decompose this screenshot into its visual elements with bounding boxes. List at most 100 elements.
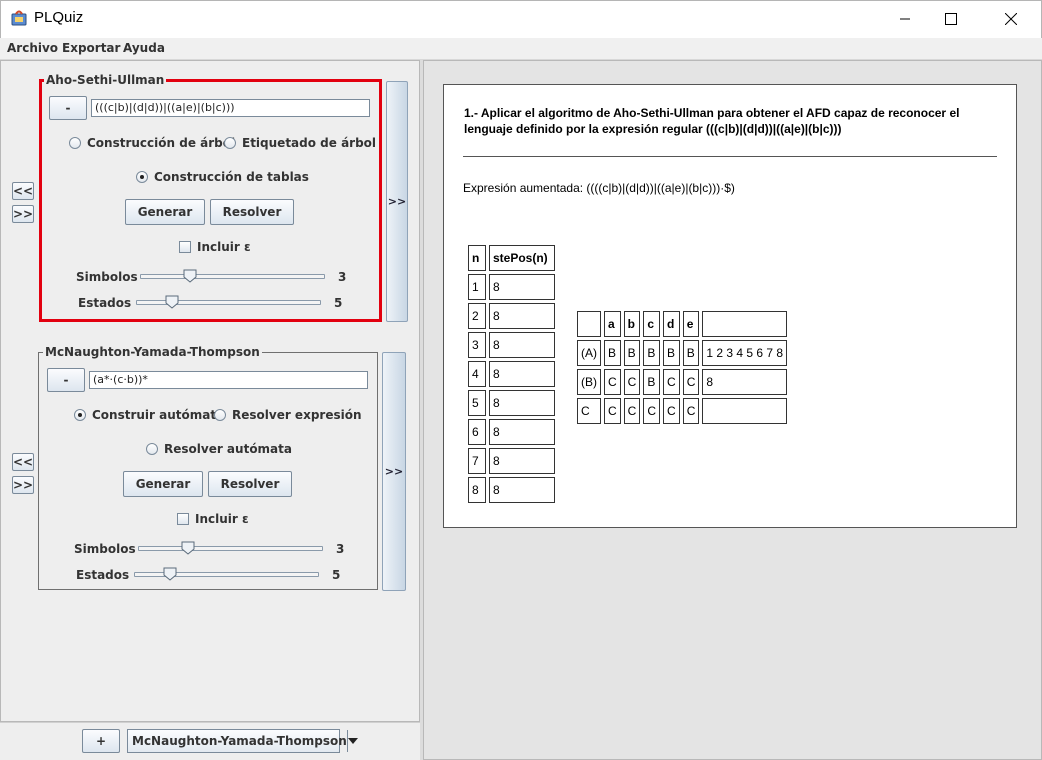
table-row: 78 (468, 448, 555, 474)
table-row: 18 (468, 274, 555, 300)
transition-cell: C (682, 398, 700, 424)
stepos-cell: 8 (489, 419, 555, 445)
mcyt-symbols-value: 3 (336, 542, 345, 556)
transition-cell: B (643, 340, 661, 366)
table-header: n (468, 245, 486, 271)
mcyt-symbols-label: Simbolos (74, 542, 136, 556)
ash-include-epsilon-checkbox[interactable]: Incluir ε (179, 240, 251, 254)
checkbox-label: Incluir ε (195, 512, 249, 526)
transition-table: abcde (A) B B B B B 1 2 3 4 5 6 7 8 (B) C C B C C 8 C C… (574, 308, 790, 427)
ash-move-up-button[interactable]: << (12, 182, 34, 200)
close-icon (1005, 13, 1017, 25)
radio-selected-icon (136, 171, 148, 183)
mcyt-move-down-button[interactable]: >> (12, 476, 34, 494)
table-header: c (643, 311, 661, 337)
mcyt-solve-button[interactable]: Resolver (208, 471, 292, 497)
checkbox-icon (179, 241, 191, 253)
transition-cell: B (663, 340, 680, 366)
ash-open-button[interactable]: >> (386, 81, 408, 322)
menu-exportar[interactable]: Exportar (62, 41, 120, 55)
ash-states-slider[interactable] (136, 300, 321, 305)
mcyt-include-epsilon-checkbox[interactable]: Incluir ε (177, 512, 249, 526)
radio-icon (69, 137, 81, 149)
stepos-cell: 8 (489, 274, 555, 300)
divider (463, 156, 997, 157)
menu-archivo[interactable]: Archivo (7, 41, 58, 55)
transition-cell: C (623, 369, 641, 395)
row-index-cell: 5 (468, 390, 486, 416)
state-cell: C (577, 398, 601, 424)
mcyt-states-label: Estados (76, 568, 130, 582)
table-row: 58 (468, 390, 555, 416)
ash-move-down-button[interactable]: >> (12, 205, 34, 223)
table-header: stePos(n) (489, 245, 555, 271)
table-header: d (663, 311, 680, 337)
table-row: 28 (468, 303, 555, 329)
ash-symbols-slider-thumb[interactable] (183, 269, 197, 283)
stepos-cell: 8 (489, 448, 555, 474)
table-row: (B) C C B C C 8 (577, 369, 788, 395)
exercise-statement: 1.- Aplicar el algoritmo de Aho-Sethi-Ul… (464, 106, 960, 136)
transition-cell: B (643, 369, 661, 395)
radio-label: Resolver autómata (164, 442, 292, 456)
table-row: 48 (468, 361, 555, 387)
table-row: CCCCCC (577, 398, 788, 424)
add-exercise-button[interactable]: + (82, 729, 120, 753)
method-select-value: McNaughton-Yamada-Thompson (132, 734, 347, 748)
radio-icon (146, 443, 158, 455)
close-button[interactable] (988, 0, 1034, 38)
ash-radio-construccion-tablas[interactable]: Construcción de tablas (136, 170, 309, 184)
mcyt-symbols-slider[interactable] (138, 546, 323, 551)
ash-symbols-value: 3 (338, 270, 347, 284)
maximize-button[interactable] (928, 0, 974, 38)
mcyt-generate-button[interactable]: Generar (123, 471, 203, 497)
mcyt-radio-resolver-automata[interactable]: Resolver autómata (146, 442, 292, 456)
ash-generate-button[interactable]: Generar (125, 199, 205, 225)
transition-cell: B (623, 340, 641, 366)
checkbox-label: Incluir ε (197, 240, 251, 254)
positions-cell: 1 2 3 4 5 6 7 8 (702, 340, 788, 366)
table-header (577, 311, 601, 337)
ash-symbols-slider[interactable] (140, 274, 325, 279)
table-header: b (623, 311, 641, 337)
ash-radio-construccion-arbol[interactable]: Construcción de árbol (69, 136, 235, 150)
ash-states-slider-thumb[interactable] (165, 295, 179, 309)
method-select[interactable]: McNaughton-Yamada-Thompson (127, 729, 358, 753)
mcyt-remove-button[interactable]: - (47, 368, 85, 392)
ash-expression-input[interactable]: (((c|b)|(d|d))|((a|e)|(b|c))) (91, 99, 370, 117)
stepos-table: n stePos(n) 1828384858687888 (465, 242, 558, 506)
mcyt-radio-construir-automata[interactable]: Construir autómata (74, 408, 224, 422)
transition-cell: C (623, 398, 641, 424)
transition-cell: B (682, 340, 700, 366)
chevron-down-icon[interactable] (346, 730, 358, 752)
mcyt-symbols-slider-thumb[interactable] (181, 541, 195, 555)
ash-remove-button[interactable]: - (49, 96, 87, 120)
positions-cell: 8 (702, 369, 788, 395)
transition-cell: B (604, 340, 621, 366)
ash-solve-button[interactable]: Resolver (210, 199, 294, 225)
row-index-cell: 6 (468, 419, 486, 445)
mcyt-states-slider[interactable] (134, 572, 319, 577)
transition-cell: C (663, 369, 680, 395)
exercise-document: 1.- Aplicar el algoritmo de Aho-Sethi-Ul… (443, 84, 1017, 528)
table-header (702, 311, 788, 337)
mcyt-states-slider-thumb[interactable] (163, 567, 177, 581)
mcyt-open-button[interactable]: >> (382, 352, 406, 591)
row-index-cell: 3 (468, 332, 486, 358)
state-cell: (A) (577, 340, 601, 366)
radio-label: Resolver expresión (232, 408, 362, 422)
mcyt-expression-input[interactable]: (a*·(c·b))* (89, 371, 368, 389)
mcyt-radio-resolver-expresion[interactable]: Resolver expresión (214, 408, 362, 422)
stepos-cell: 8 (489, 361, 555, 387)
radio-icon (214, 409, 226, 421)
radio-label: Construcción de árbol (87, 136, 236, 150)
mcyt-panel-title: McNaughton-Yamada-Thompson (43, 345, 262, 359)
radio-label: Etiquetado de árbol (242, 136, 377, 150)
minimize-button[interactable] (882, 0, 928, 38)
radio-selected-icon (74, 409, 86, 421)
menu-ayuda[interactable]: Ayuda (123, 41, 165, 55)
radio-label: Construir autómata (92, 408, 225, 422)
ash-radio-etiquetado-arbol[interactable]: Etiquetado de árbol (224, 136, 376, 150)
mcyt-move-up-button[interactable]: << (12, 453, 34, 471)
transition-cell: C (643, 398, 661, 424)
